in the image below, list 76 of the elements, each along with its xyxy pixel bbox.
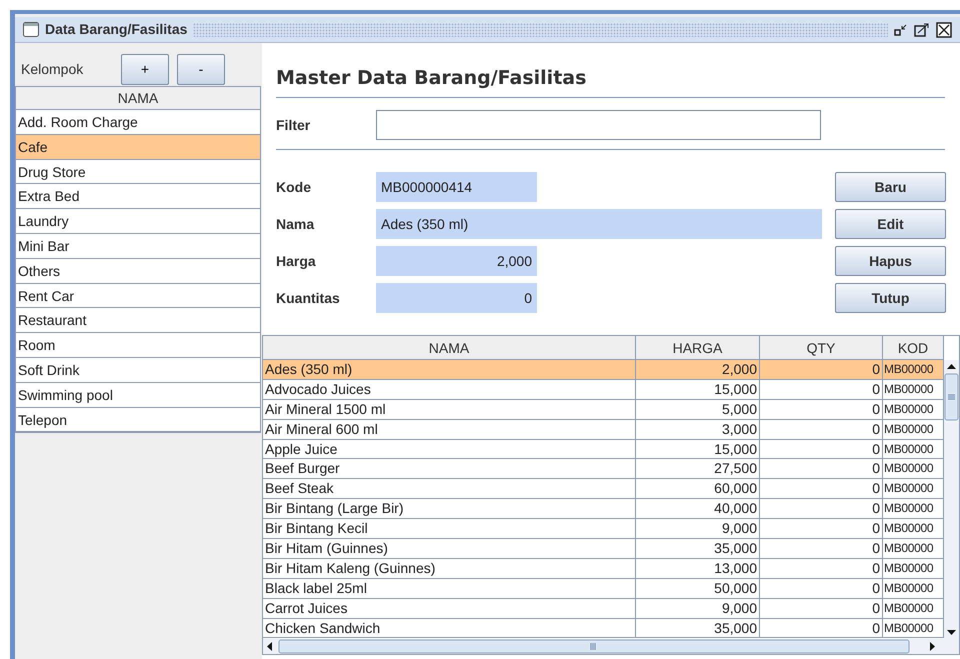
- filter-label: Filter: [276, 116, 312, 134]
- window-icon: [23, 22, 39, 37]
- column-header[interactable]: HARGA: [636, 336, 760, 359]
- table-cell: Bir Hitam (Guinnes): [263, 539, 636, 558]
- table-cell: 0: [760, 400, 883, 419]
- table-cell: 0: [760, 380, 883, 399]
- table-cell: 0: [760, 539, 883, 558]
- table-cell: 0: [760, 420, 883, 439]
- action-button[interactable]: Baru: [835, 172, 946, 202]
- table-cell: 0: [760, 459, 883, 478]
- action-button[interactable]: Hapus: [835, 246, 946, 276]
- table-cell: 15,000: [636, 440, 760, 458]
- input-field[interactable]: MB000000414: [376, 172, 537, 202]
- column-header[interactable]: NAMA: [263, 336, 636, 359]
- field-label: Nama: [276, 214, 316, 234]
- table-cell: 9,000: [636, 598, 760, 618]
- table-cell: 3,000: [636, 420, 760, 439]
- table-cell: Advocado Juices: [263, 380, 636, 399]
- table-cell: 15,000: [636, 380, 760, 399]
- table-cell: Apple Juice: [263, 440, 636, 458]
- group-label: Kelompok: [21, 60, 84, 79]
- table-cell: Carrot Juices: [263, 598, 636, 618]
- table-cell: 0: [760, 519, 883, 538]
- table-cell: 27,500: [636, 459, 760, 478]
- column-header[interactable]: NAMA: [16, 87, 260, 110]
- field-label: Kode: [276, 178, 312, 196]
- group-item[interactable]: Cafe: [16, 134, 260, 160]
- window-title: Data Barang/Fasilitas: [45, 20, 188, 39]
- table-cell: Bir Hitam Kaleng (Guinnes): [263, 558, 636, 578]
- table-cell: 0: [760, 558, 883, 578]
- action-button[interactable]: Edit: [835, 209, 946, 239]
- horizontal-scrollbar[interactable]: [263, 639, 959, 654]
- table-cell: 0: [760, 360, 883, 379]
- field-label: Kuantitas: [276, 288, 341, 308]
- table-cell: 0: [760, 479, 883, 498]
- table-cell: Beef Steak: [263, 479, 636, 498]
- input-field[interactable]: 0: [376, 283, 537, 313]
- group-item[interactable]: Telepon: [16, 408, 260, 432]
- close-icon[interactable]: [936, 22, 952, 38]
- action-button[interactable]: Tutup: [835, 283, 946, 313]
- maximize-icon[interactable]: [914, 22, 930, 36]
- table-cell: 0: [760, 618, 883, 638]
- minimize-icon[interactable]: [894, 22, 908, 36]
- column-header[interactable]: KOD: [883, 336, 944, 359]
- table-cell: Beef Burger: [263, 459, 636, 478]
- table-cell: Air Mineral 600 ml: [263, 420, 636, 439]
- table-cell: Ades (350 ml): [263, 360, 636, 379]
- table-cell: 2,000: [636, 360, 760, 379]
- table-cell: 0: [760, 440, 883, 458]
- table-cell: 40,000: [636, 499, 760, 518]
- table-cell: 60,000: [636, 479, 760, 498]
- group-item[interactable]: Rent Car: [16, 284, 260, 308]
- table-cell: 9,000: [636, 519, 760, 538]
- input-field[interactable]: 2,000: [376, 246, 537, 276]
- table-cell: Black label 25ml: [263, 578, 636, 598]
- table-cell: Air Mineral 1500 ml: [263, 400, 636, 419]
- table-cell: Chicken Sandwich: [263, 618, 636, 638]
- table-cell: 35,000: [636, 618, 760, 638]
- table-cell: 0: [760, 598, 883, 618]
- field-label: Harga: [276, 252, 317, 271]
- remove-button[interactable]: -: [177, 54, 225, 84]
- filter-field[interactable]: [376, 110, 821, 140]
- input-field[interactable]: Ades (350 ml): [376, 209, 822, 239]
- table-cell: 13,000: [636, 558, 760, 578]
- table-cell: Bir Bintang (Large Bir): [263, 499, 636, 518]
- table-cell: 5,000: [636, 400, 760, 419]
- vertical-scrollbar[interactable]: [944, 360, 959, 639]
- table-cell: 50,000: [636, 578, 760, 598]
- table-cell: 35,000: [636, 539, 760, 558]
- table-cell: 0: [760, 499, 883, 518]
- add-button[interactable]: +: [121, 54, 169, 84]
- table-cell: 0: [760, 578, 883, 598]
- page-heading: Master Data Barang/Fasilitas: [276, 65, 945, 98]
- group-item[interactable]: Drug Store: [16, 160, 260, 184]
- table-cell: Bir Bintang Kecil: [263, 519, 636, 538]
- column-header[interactable]: QTY: [760, 336, 883, 359]
